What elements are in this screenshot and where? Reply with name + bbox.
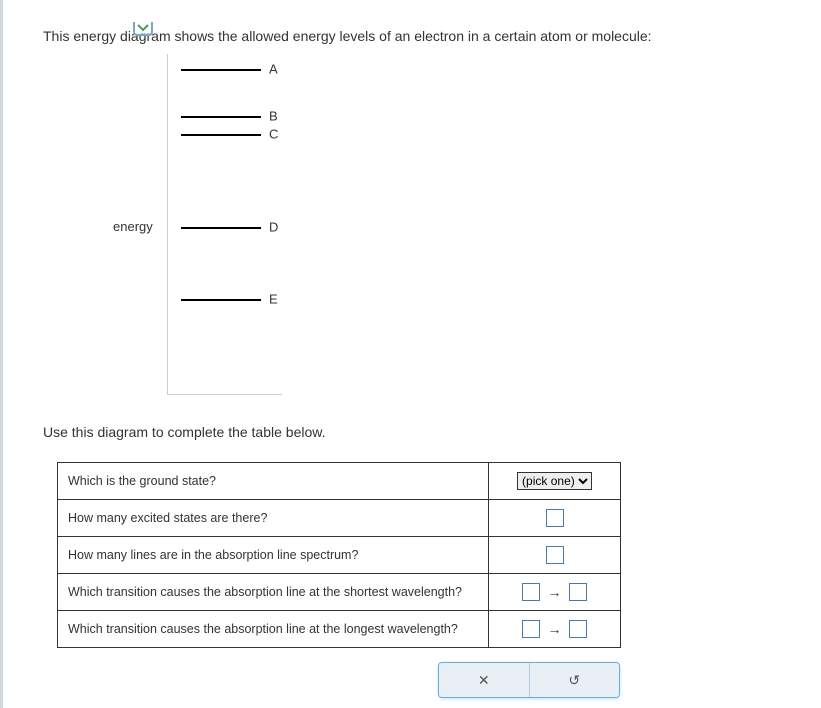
question-4: Which transition causes the absorption l… — [58, 574, 489, 611]
question-3: How many lines are in the absorption lin… — [58, 537, 489, 574]
level-e-label: E — [269, 292, 278, 307]
energy-diagram: energy A B C D E — [93, 54, 323, 399]
longest-from-input[interactable] — [522, 620, 540, 638]
close-button[interactable]: ✕ — [439, 663, 530, 697]
question-2: How many excited states are there? — [58, 500, 489, 537]
questions-table: Which is the ground state? (pick one) Ho… — [57, 462, 621, 648]
arrow-icon: → — [548, 584, 562, 600]
excited-states-input[interactable] — [546, 509, 564, 527]
question-1: Which is the ground state? — [58, 463, 489, 500]
table-row: Which transition causes the absorption l… — [58, 574, 621, 611]
action-buttons: ✕ ↺ — [438, 662, 620, 698]
level-e-line — [181, 299, 261, 301]
answer-3 — [489, 537, 621, 574]
table-row: Which transition causes the absorption l… — [58, 611, 621, 648]
table-row: How many excited states are there? — [58, 500, 621, 537]
longest-to-input[interactable] — [569, 620, 587, 638]
level-a-label: A — [269, 62, 278, 77]
reset-icon: ↺ — [568, 672, 580, 689]
level-c-line — [181, 134, 261, 136]
question-5: Which transition causes the absorption l… — [58, 611, 489, 648]
level-b-label: B — [269, 109, 278, 124]
answer-4: → — [489, 574, 621, 611]
x-axis — [167, 394, 282, 395]
arrow-icon: → — [548, 621, 562, 637]
level-d-label: D — [269, 220, 278, 235]
answer-1: (pick one) — [489, 463, 621, 500]
close-icon: ✕ — [478, 672, 490, 689]
shortest-to-input[interactable] — [569, 583, 587, 601]
level-b-line — [181, 116, 261, 118]
y-axis — [167, 54, 168, 394]
ground-state-select[interactable]: (pick one) — [517, 472, 592, 490]
table-row: Which is the ground state? (pick one) — [58, 463, 621, 500]
axis-label: energy — [113, 219, 153, 234]
reset-button[interactable]: ↺ — [530, 663, 620, 697]
sub-intro-text: Use this diagram to complete the table b… — [43, 424, 781, 440]
expand-chevron[interactable] — [133, 22, 153, 36]
answer-2 — [489, 500, 621, 537]
answer-5: → — [489, 611, 621, 648]
level-a-line — [181, 69, 261, 71]
table-row: How many lines are in the absorption lin… — [58, 537, 621, 574]
lines-count-input[interactable] — [546, 546, 564, 564]
level-c-label: C — [269, 127, 278, 142]
level-d-line — [181, 227, 261, 229]
shortest-from-input[interactable] — [522, 583, 540, 601]
intro-text: This energy diagram shows the allowed en… — [43, 28, 781, 44]
